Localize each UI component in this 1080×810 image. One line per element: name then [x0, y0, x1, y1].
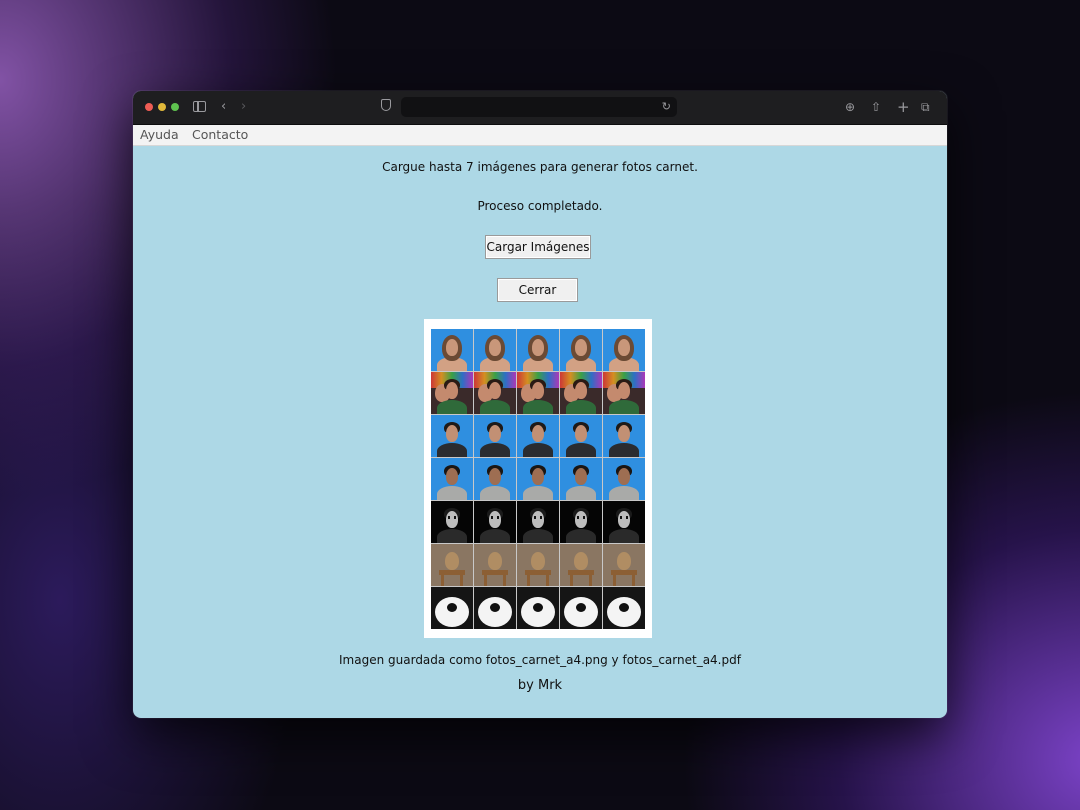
photo-thumbnail	[431, 458, 473, 500]
photo-thumbnail	[517, 372, 559, 414]
photo-thumbnail	[603, 372, 645, 414]
forward-icon[interactable]: ›	[241, 97, 246, 117]
photo-thumbnail	[431, 501, 473, 543]
instruction-text: Cargue hasta 7 imágenes para generar fot…	[382, 160, 698, 174]
photo-thumbnail	[431, 329, 473, 371]
photo-thumbnail	[560, 415, 602, 457]
photo-thumbnail	[560, 329, 602, 371]
photo-thumbnail	[517, 587, 559, 629]
photo-thumbnail	[431, 372, 473, 414]
shield-icon[interactable]	[381, 99, 391, 111]
photo-thumbnail	[560, 587, 602, 629]
photo-thumbnail	[560, 372, 602, 414]
photo-thumbnail	[474, 544, 516, 586]
photo-thumbnail	[560, 501, 602, 543]
photo-thumbnail	[560, 544, 602, 586]
photo-thumbnail	[603, 587, 645, 629]
photo-thumbnail	[431, 587, 473, 629]
maximize-window-icon[interactable]	[171, 103, 179, 111]
status-text: Proceso completado.	[477, 199, 603, 213]
photo-grid	[431, 329, 645, 629]
main-content: Cargue hasta 7 imágenes para generar fot…	[133, 146, 947, 718]
download-icon[interactable]: ⊕	[845, 97, 855, 117]
photo-thumbnail	[474, 587, 516, 629]
photo-thumbnail	[474, 329, 516, 371]
photo-thumbnail	[603, 329, 645, 371]
address-bar[interactable]: ↻	[401, 97, 677, 117]
back-icon[interactable]: ‹	[221, 97, 226, 117]
footer-credit: by Mrk	[517, 678, 563, 693]
browser-toolbar: ‹ › ↻ ⊕ ⇧ + ⧉	[133, 91, 947, 125]
photo-thumbnail	[517, 329, 559, 371]
photo-thumbnail	[603, 501, 645, 543]
photo-thumbnail	[431, 544, 473, 586]
share-icon[interactable]: ⇧	[871, 97, 881, 117]
menu-bar: Ayuda Contacto	[133, 125, 947, 146]
photo-thumbnail	[603, 544, 645, 586]
photo-thumbnail	[603, 415, 645, 457]
photo-thumbnail	[517, 501, 559, 543]
sidebar-toggle-icon[interactable]	[193, 101, 206, 112]
tab-overview-icon[interactable]: ⧉	[921, 97, 930, 117]
menu-item-ayuda[interactable]: Ayuda	[140, 125, 179, 145]
menu-item-contacto[interactable]: Contacto	[192, 125, 248, 145]
photo-thumbnail	[474, 501, 516, 543]
reload-icon[interactable]: ↻	[662, 97, 671, 117]
photo-thumbnail	[517, 544, 559, 586]
photo-thumbnail	[603, 458, 645, 500]
photo-thumbnail	[560, 458, 602, 500]
load-images-button[interactable]: Cargar Imágenes	[485, 235, 591, 259]
photo-thumbnail	[474, 415, 516, 457]
photo-thumbnail	[517, 458, 559, 500]
minimize-window-icon[interactable]	[158, 103, 166, 111]
photo-thumbnail	[517, 415, 559, 457]
photo-thumbnail	[431, 415, 473, 457]
app-window: ‹ › ↻ ⊕ ⇧ + ⧉ Ayuda Contacto Cargue hast…	[133, 91, 947, 718]
saved-message: Imagen guardada como fotos_carnet_a4.png…	[339, 653, 741, 667]
close-window-icon[interactable]	[145, 103, 153, 111]
photo-thumbnail	[474, 372, 516, 414]
photo-thumbnail	[474, 458, 516, 500]
close-button[interactable]: Cerrar	[497, 278, 578, 302]
new-tab-icon[interactable]: +	[897, 97, 910, 117]
photo-sheet-preview	[424, 319, 652, 638]
